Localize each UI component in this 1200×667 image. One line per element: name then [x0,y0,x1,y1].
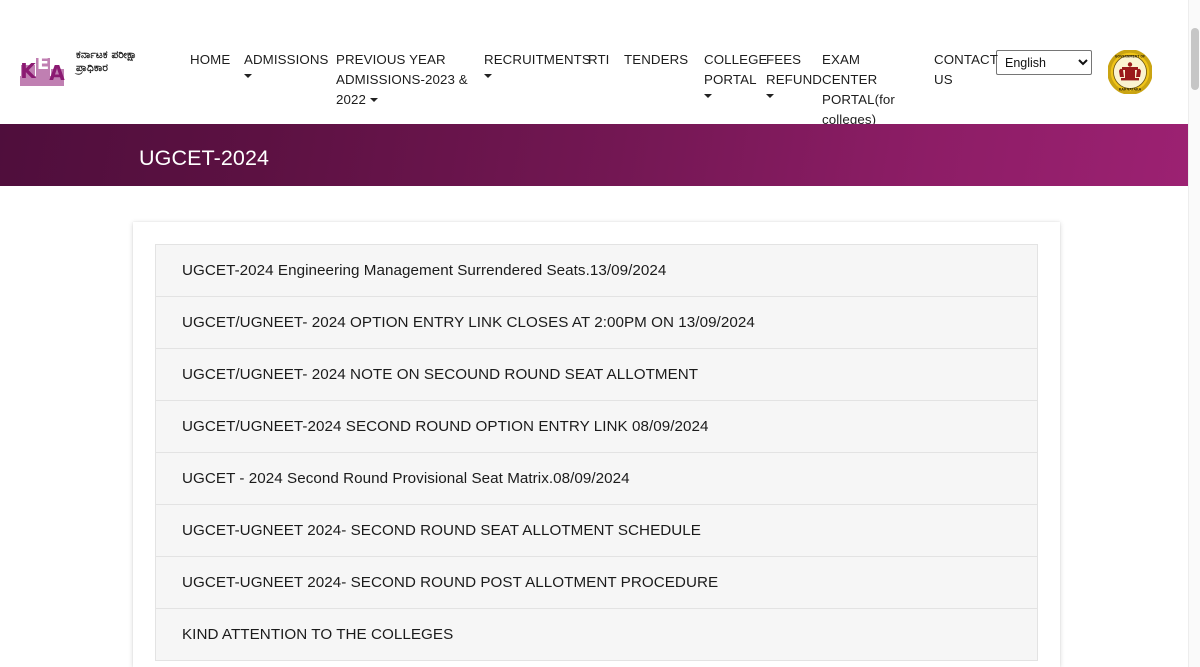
notice-list: UGCET-2024 Engineering Management Surren… [155,244,1038,661]
list-item[interactable]: KIND ATTENTION TO THE COLLEGES [156,609,1037,661]
nav-item-home[interactable]: HOME [182,50,236,70]
nav-item-tenders[interactable]: TENDERS [616,50,696,70]
svg-text:A: A [49,61,65,85]
brand-kannada-text: ಕರ್ನಾಟಕ ಪರೀಕ್ಷಾ ಪ್ರಾಧಿಕಾರ [76,49,137,75]
chevron-down-icon [370,98,378,102]
nav-item-admissions[interactable]: ADMISSIONS [236,50,328,78]
government-of-karnataka-emblem-icon: GOVERNMENT OF KARNATAKA [1108,50,1152,94]
brand-kannada-line-1: ಕರ್ನಾಟಕ ಪರೀಕ್ಷಾ [76,49,137,62]
nav-item-contact-us[interactable]: CONTACT US [926,50,988,90]
svg-text:GOVERNMENT OF: GOVERNMENT OF [1115,55,1145,59]
nav-label-contact-us: CONTACT US [934,52,998,87]
vertical-scrollbar-thumb[interactable] [1191,28,1199,90]
chevron-down-icon [484,74,492,78]
svg-text:KARNATAKA: KARNATAKA [1119,88,1142,92]
nav-label-rti: RTI [588,52,609,67]
nav-item-rti[interactable]: RTI [580,50,616,70]
main-content: UGCET-2024 Engineering Management Surren… [0,186,1188,667]
page-banner: UGCET-2024 Home ❯ ADMISSIONS ❯ UGCET-202… [0,124,1188,186]
nav-item-college-portal[interactable]: COLLEGE PORTAL [696,50,758,98]
nav-label-exam-center-portal: EXAM CENTER PORTAL(for colleges) [822,52,895,127]
kea-logo-icon: K E A [18,38,66,88]
chevron-down-icon [704,94,712,98]
nav-label-admissions: ADMISSIONS [244,52,329,67]
site-header: K E A ಕರ್ನಾಟಕ ಪರೀಕ್ಷಾ ಪ್ರಾಧಿಕಾರ HOME ADM… [0,0,1188,124]
chevron-down-icon [766,94,774,98]
nav-label-home: HOME [190,52,230,67]
nav-label-tenders: TENDERS [624,52,688,67]
list-item[interactable]: UGCET-UGNEET 2024- SECOND ROUND POST ALL… [156,557,1037,609]
nav-label-recruitments: RECRUITMENTS [484,52,591,67]
notice-card: UGCET-2024 Engineering Management Surren… [133,222,1060,667]
language-select[interactable]: English [996,50,1092,75]
nav-item-fees-refund[interactable]: FEES REFUND [758,50,814,98]
svg-text:K: K [20,59,37,83]
brand-logo-area[interactable]: K E A ಕರ್ನಾಟಕ ಪರೀಕ್ಷಾ ಪ್ರಾಧಿಕಾರ [18,27,182,97]
list-item[interactable]: UGCET/UGNEET-2024 SECOND ROUND OPTION EN… [156,401,1037,453]
nav-label-previous-year-admissions: PREVIOUS YEAR ADMISSIONS-2023 & 2022 [336,52,468,107]
nav-item-previous-year-admissions[interactable]: PREVIOUS YEAR ADMISSIONS-2023 & 2022 [328,50,476,110]
list-item[interactable]: UGCET/UGNEET- 2024 NOTE ON SECOUND ROUND… [156,349,1037,401]
main-navigation: HOME ADMISSIONS PREVIOUS YEAR ADMISSIONS… [182,0,1188,124]
list-item[interactable]: UGCET-UGNEET 2024- SECOND ROUND SEAT ALL… [156,505,1037,557]
chevron-down-icon [244,74,252,78]
nav-item-exam-center-portal[interactable]: EXAM CENTER PORTAL(for colleges) [814,50,926,130]
list-item[interactable]: UGCET-2024 Engineering Management Surren… [156,245,1037,297]
page-title: UGCET-2024 [139,144,1188,172]
brand-kannada-line-2: ಪ್ರಾಧಿಕಾರ [76,62,137,75]
svg-text:E: E [37,53,49,74]
page-root: K E A ಕರ್ನಾಟಕ ಪರೀಕ್ಷಾ ಪ್ರಾಧಿಕಾರ HOME ADM… [0,0,1200,667]
list-item[interactable]: UGCET/UGNEET- 2024 OPTION ENTRY LINK CLO… [156,297,1037,349]
vertical-scrollbar-track[interactable] [1188,0,1200,667]
list-item[interactable]: UGCET - 2024 Second Round Provisional Se… [156,453,1037,505]
nav-item-recruitments[interactable]: RECRUITMENTS [476,50,580,78]
